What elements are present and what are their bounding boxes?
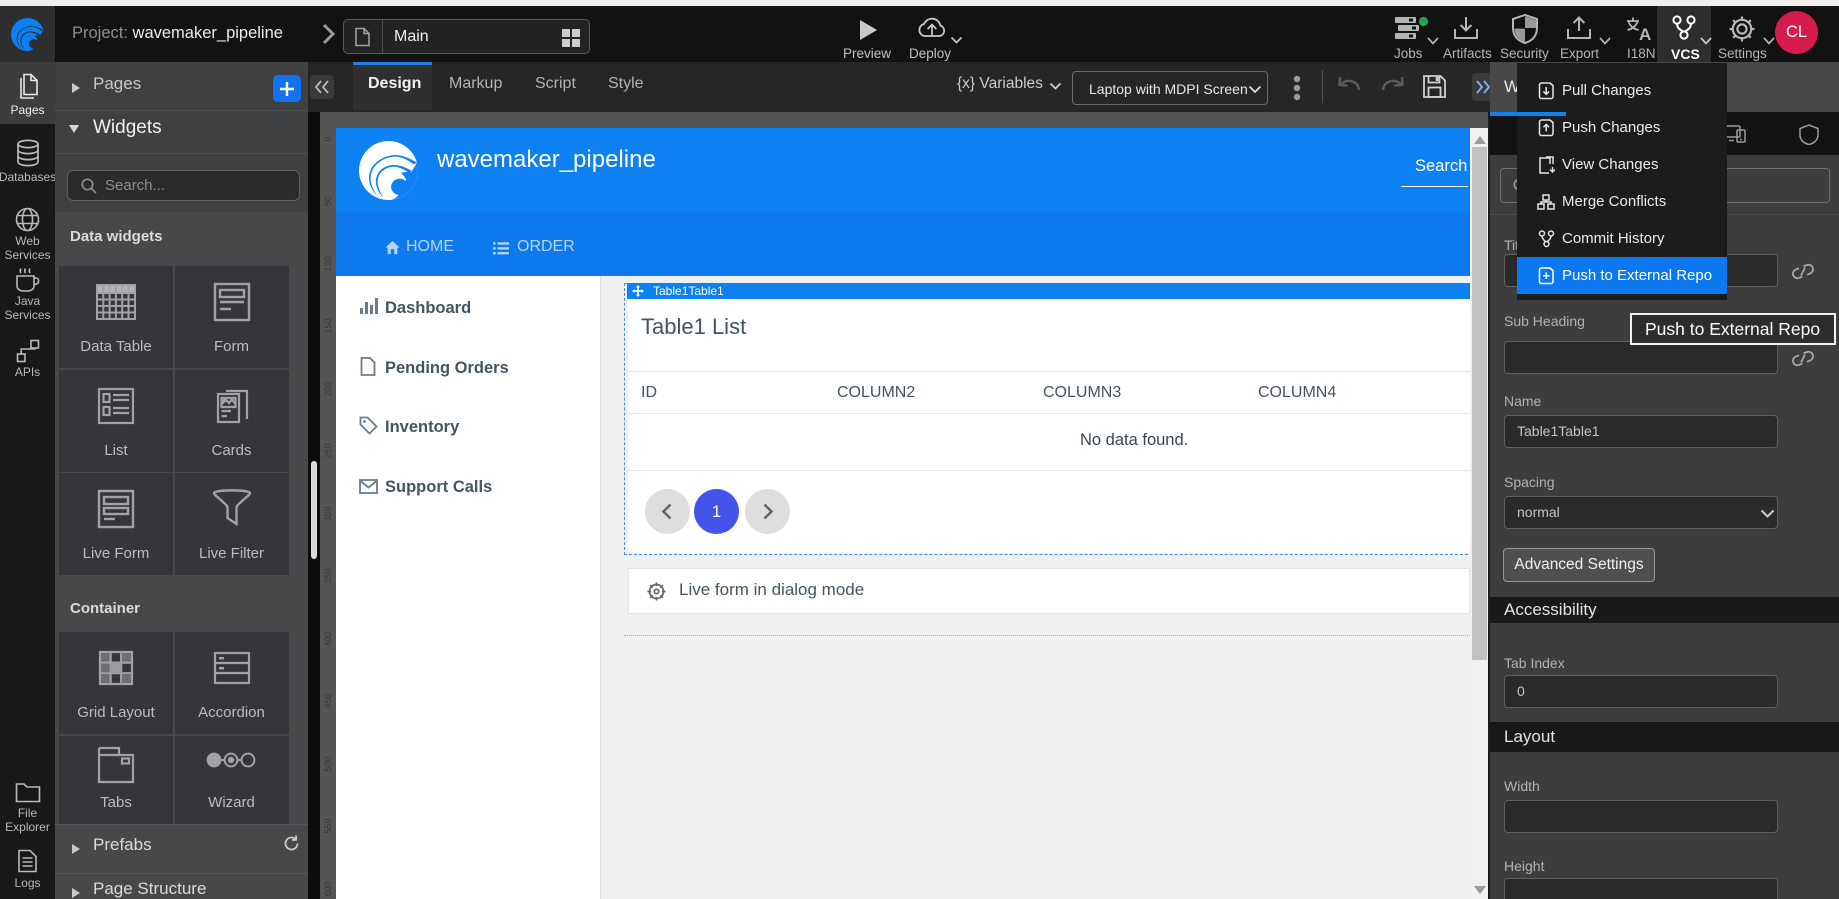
svg-text:A: A bbox=[1639, 25, 1651, 42]
